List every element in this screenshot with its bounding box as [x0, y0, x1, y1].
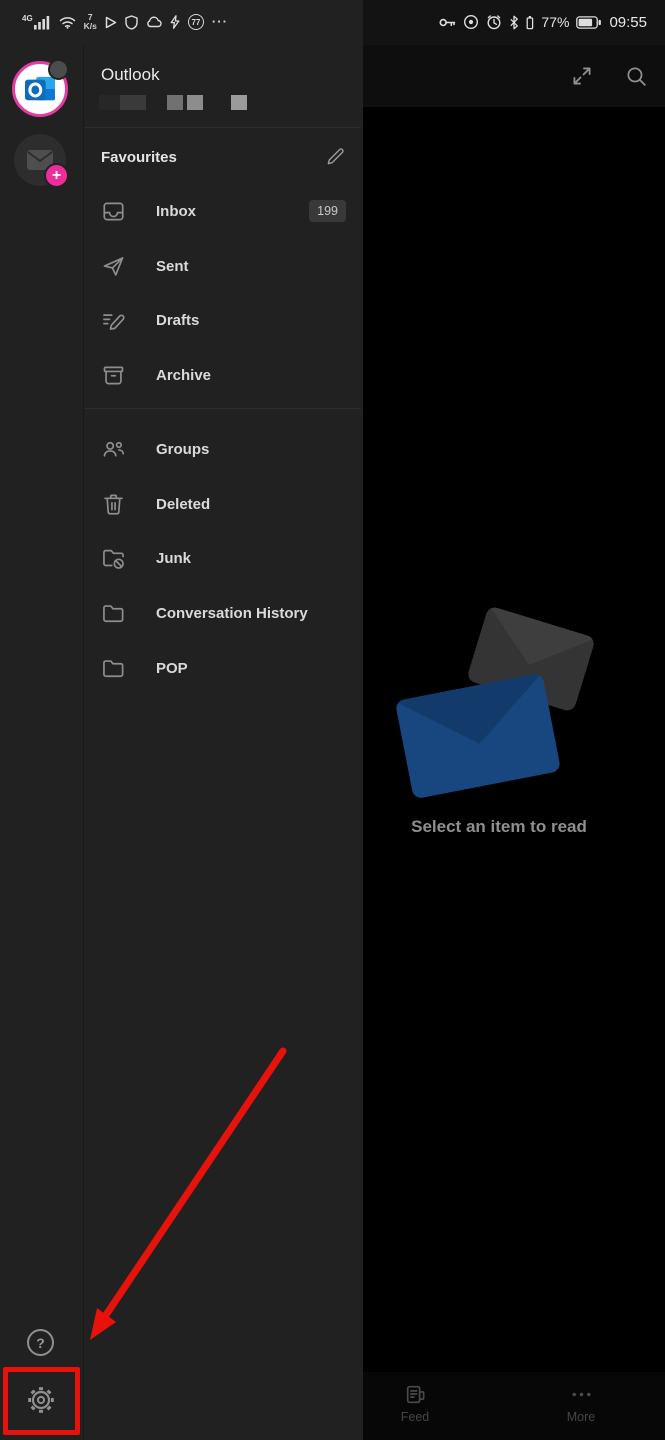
feed-icon — [403, 1382, 428, 1407]
eye-icon — [463, 14, 479, 30]
edit-favourites-button[interactable] — [324, 145, 347, 168]
folder-item-junk[interactable]: Junk — [83, 531, 363, 585]
trash-icon — [100, 491, 127, 518]
folder-label: Deleted — [156, 496, 210, 513]
search-icon[interactable] — [624, 64, 650, 90]
unread-count-badge: 199 — [309, 200, 346, 222]
folder-item-sent[interactable]: Sent — [83, 239, 363, 293]
folder-item-inbox[interactable]: Inbox 199 — [83, 184, 363, 238]
wifi-icon — [59, 16, 76, 29]
status-overflow-icon: ··· — [212, 17, 228, 27]
key-icon — [439, 15, 456, 30]
folder-icon — [100, 655, 127, 682]
outlook-logo-icon — [23, 74, 57, 104]
status-bar-right: 77% 09:55 — [439, 7, 647, 37]
favourites-header: Favourites — [83, 141, 363, 173]
device-battery-icon — [526, 15, 534, 30]
battery-percent: 77% — [541, 14, 569, 30]
alarm-icon — [486, 14, 502, 30]
folder-item-conversation-history[interactable]: Conversation History — [83, 586, 363, 640]
nav-label: Feed — [401, 1410, 430, 1424]
folder-label: Archive — [156, 367, 211, 384]
outlook-app-screen: Select an item to read Feed More 4G — [0, 0, 665, 1440]
folder-label: Drafts — [156, 312, 199, 329]
pencil-icon — [324, 145, 347, 168]
account-title: Outlook — [101, 65, 160, 85]
groups-icon — [100, 436, 127, 463]
battery-icon — [576, 16, 602, 29]
folder-item-archive[interactable]: Archive — [83, 348, 363, 402]
question-mark-icon: ? — [36, 1335, 45, 1351]
folder-drawer: Outlook Favourites — [83, 45, 363, 1440]
reading-pane: Select an item to read Feed More — [363, 0, 665, 1440]
network-speed: 7 K/s — [84, 13, 97, 31]
nav-label: More — [567, 1410, 595, 1424]
status-bar-left: 4G 7 K/s 77 ··· — [22, 7, 228, 37]
nav-item-feed[interactable]: Feed — [373, 1382, 457, 1424]
folder-label: Inbox — [156, 203, 196, 220]
empty-state-text: Select an item to read — [411, 817, 587, 837]
folder-label: POP — [156, 660, 188, 677]
folder-item-pop[interactable]: POP — [83, 641, 363, 695]
folder-label: Junk — [156, 550, 191, 567]
folder-icon — [100, 600, 127, 627]
folder-item-groups[interactable]: Groups — [83, 422, 363, 476]
nav-item-more[interactable]: More — [539, 1382, 623, 1424]
bottom-nav: Feed More — [363, 1372, 665, 1440]
folder-item-drafts[interactable]: Drafts — [83, 293, 363, 347]
section-divider — [85, 408, 361, 409]
cloud-icon — [146, 16, 162, 28]
archive-icon — [100, 362, 127, 389]
cellular-signal-icon: 4G — [22, 15, 51, 30]
inbox-icon — [100, 198, 127, 225]
redacted-email-address — [83, 95, 363, 110]
lightning-icon — [170, 15, 180, 29]
network-type-label: 4G — [22, 15, 33, 23]
shield-icon — [125, 15, 138, 30]
help-button[interactable]: ? — [27, 1329, 54, 1356]
favourites-label: Favourites — [101, 149, 177, 166]
annotation-highlight-rect — [3, 1367, 80, 1435]
bluetooth-icon — [509, 15, 519, 30]
drafts-icon — [100, 307, 127, 334]
junk-icon — [100, 545, 127, 572]
speed-unit: K/s — [84, 22, 97, 31]
vpn-badge-icon: 77 — [188, 14, 204, 30]
envelope-illustration-blue — [395, 673, 561, 800]
main-appbar — [363, 45, 665, 107]
clock-label: 09:55 — [609, 14, 647, 31]
header-divider — [85, 127, 361, 128]
folder-item-deleted[interactable]: Deleted — [83, 477, 363, 531]
folder-label: Groups — [156, 441, 209, 458]
expand-icon[interactable] — [569, 63, 595, 89]
folder-label: Sent — [156, 258, 189, 275]
add-account-plus-badge: + — [44, 163, 69, 188]
more-icon — [569, 1382, 594, 1407]
account-status-dot — [48, 59, 69, 80]
send-icon — [100, 253, 127, 280]
folder-label: Conversation History — [156, 605, 308, 622]
play-icon — [105, 16, 117, 29]
